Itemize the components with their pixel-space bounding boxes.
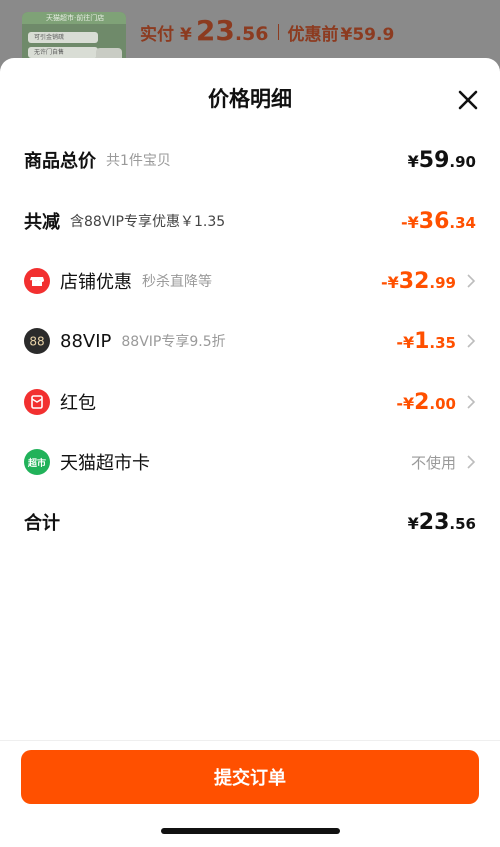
amount-dec: .34 <box>449 213 476 232</box>
chevron-right-icon <box>467 455 476 469</box>
store-icon <box>24 268 50 294</box>
vip88-icon-text: 88 <box>29 335 44 349</box>
total-discount-note: 含88VIP专享优惠￥1.35 <box>70 214 226 230</box>
chevron-right-icon <box>467 274 476 288</box>
amount-dec: .56 <box>449 514 476 533</box>
pay-amount-int: 23 <box>195 14 235 47</box>
chevron-right-icon <box>467 334 476 348</box>
submit-order-button[interactable]: 提交订单 <box>21 750 479 804</box>
item-count-note: 共1件宝贝 <box>106 153 171 169</box>
item-total-amount: ¥ 59 .90 <box>408 148 476 173</box>
pay-amount-dec: .56 <box>234 23 269 45</box>
tmall-card-label: 天猫超市卡 <box>60 453 150 474</box>
total-discount-label: 共减 <box>24 212 60 233</box>
thumbnail-tag: 可引金销疏 <box>28 32 98 43</box>
before-discount-label: 优惠前 <box>287 25 339 45</box>
price-detail-sheet: 价格明细 商品总价 共1件宝贝 ¥ 59 .90 共减 含88VIP专享优惠￥1… <box>0 58 500 847</box>
tmall-card-icon-text: 超市 <box>27 457 46 469</box>
pay-currency: ¥ <box>180 25 192 45</box>
footer-divider <box>0 740 500 741</box>
amount-int: 2 <box>414 389 430 415</box>
amount-prefix: -¥ <box>396 332 415 352</box>
amount-prefix: ¥ <box>407 513 419 533</box>
close-icon <box>458 90 478 110</box>
amount-prefix: -¥ <box>401 212 419 232</box>
store-discount-amount: -¥ 32 .99 <box>381 269 456 294</box>
amount-prefix: -¥ <box>381 272 399 292</box>
price-row-tmall-card[interactable]: 超市 天猫超市卡 不使用 <box>24 447 476 477</box>
amount-prefix: -¥ <box>396 393 415 413</box>
grand-total-amount: ¥ 23 .56 <box>408 510 476 535</box>
amount-dec: .00 <box>429 394 456 413</box>
amount-int: 1 <box>414 328 430 354</box>
price-row-item-total: 商品总价 共1件宝贝 ¥ 59 .90 <box>24 145 476 175</box>
vip-note: 88VIP专享9.5折 <box>121 334 226 350</box>
chevron-right-icon <box>467 395 476 409</box>
thumbnail-strip-text: 天猫超市·前往门店 <box>46 14 105 22</box>
tmall-supermarket-card-icon: 超市 <box>24 449 50 475</box>
thumbnail-strip: 天猫超市·前往门店 <box>22 12 126 24</box>
close-button[interactable] <box>456 88 480 112</box>
vip88-icon: 88 <box>24 328 50 354</box>
amount-int: 59 <box>418 147 450 173</box>
home-indicator <box>161 828 340 834</box>
price-row-red-packet[interactable]: 红包 -¥ 2 .00 <box>24 387 476 417</box>
total-discount-amount: -¥ 36 .34 <box>401 209 476 234</box>
vip-label: 88VIP <box>60 330 112 352</box>
amount-dec: .99 <box>429 273 456 292</box>
red-packet-label: 红包 <box>60 393 96 414</box>
store-discount-label: 店铺优惠 <box>60 272 132 293</box>
vip-discount-amount: -¥ 1 .35 <box>396 329 456 354</box>
red-packet-amount: -¥ 2 .00 <box>396 390 456 415</box>
price-row-total-discount: 共减 含88VIP专享优惠￥1.35 -¥ 36 .34 <box>24 206 476 236</box>
before-discount-value: 59.9 <box>352 25 395 45</box>
price-row-store-discount[interactable]: 店铺优惠 秒杀直降等 -¥ 32 .99 <box>24 266 476 296</box>
tmall-card-status: 不使用 <box>410 453 456 472</box>
before-discount-currency: ¥ <box>340 25 353 45</box>
amount-int: 32 <box>398 268 430 294</box>
store-discount-note: 秒杀直降等 <box>142 274 212 290</box>
amount-int: 36 <box>418 208 450 234</box>
header-price-summary: 实付 ¥ 23 .56 优惠前 ¥ 59.9 <box>140 14 394 54</box>
amount-int: 23 <box>418 509 450 535</box>
pay-label: 实付 <box>140 25 174 45</box>
price-row-grand-total: 合计 ¥ 23 .56 <box>24 507 476 537</box>
amount-dec: .90 <box>449 152 476 171</box>
sheet-title: 价格明细 <box>208 87 292 111</box>
red-packet-icon <box>24 389 50 415</box>
item-total-label: 商品总价 <box>24 151 96 172</box>
amount-prefix: ¥ <box>407 151 419 171</box>
thumbnail-tag: 无许门自售 <box>28 47 98 58</box>
price-row-88vip[interactable]: 88 88VIP 88VIP专享9.5折 -¥ 1 .35 <box>24 326 476 356</box>
grand-total-label: 合计 <box>24 513 60 534</box>
amount-dec: .35 <box>429 333 456 352</box>
divider <box>278 24 280 40</box>
